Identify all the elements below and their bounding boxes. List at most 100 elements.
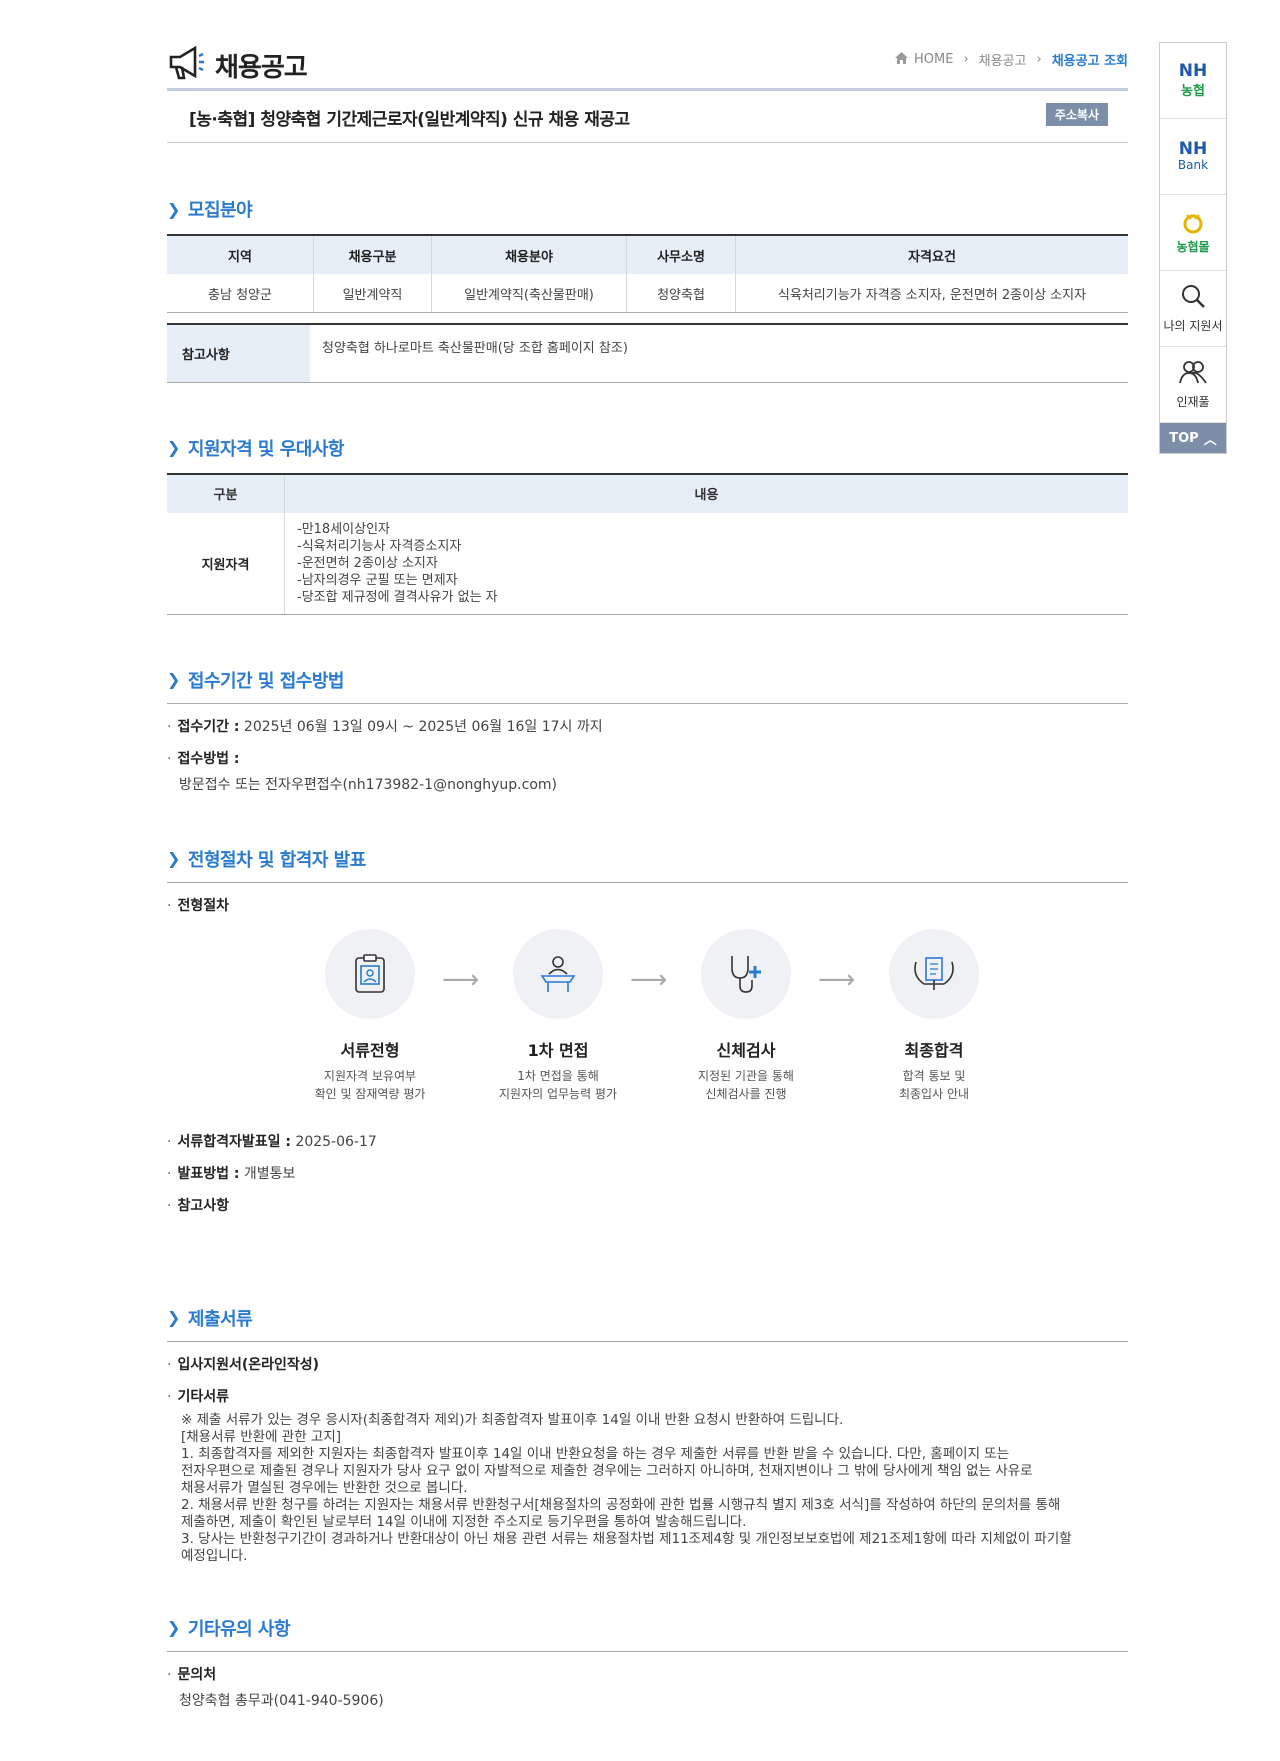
- table-cell: 청양축협: [626, 274, 736, 313]
- table-cell: 식육처리기능가 자격증 소지자, 운전면허 2종이상 소지자: [735, 274, 1128, 313]
- section-title-text: 제출서류: [187, 1308, 253, 1330]
- section-title-text: 모집분야: [187, 200, 253, 221]
- step-desc: 지원자격 보유여부 확인 및 잠재역량 평가: [314, 1068, 426, 1101]
- table-header: 채용구분: [313, 234, 432, 274]
- step-title: 1차 면접: [527, 1040, 589, 1060]
- quick-menu: NH 농협 NH Bank 농협몰 나의 지원서 인재풀 TOP ︿: [1159, 42, 1227, 454]
- docs-section: ❯ 제출서류 · 입사지원서(온라인작성) · 기타서류 ※ 제출 서류가 있는 경…: [167, 1305, 1128, 1565]
- step-desc: 지정된 기관을 통해 신체검사를 진행: [698, 1068, 794, 1101]
- nh-mall-link[interactable]: 농협몰: [1160, 195, 1226, 271]
- recruit-section: ❯ 모집분야 지역 채용구분 채용분야 사무소명 자격요건 충남 청양군 일반계…: [167, 196, 1128, 383]
- chevron-right-icon: ❯: [167, 670, 180, 689]
- section-title-text: 기타유의 사항: [187, 1618, 291, 1640]
- section-title-process: ❯ 전형절차 및 합격자 발표: [167, 846, 1128, 883]
- qual-content: -만18세이상인자 -식육처리기능사 자격증소지자 -운전면허 2종이상 소지자…: [284, 512, 1128, 615]
- qual-line: -식육처리기능사 자격증소지자: [297, 538, 462, 554]
- award-icon: [889, 928, 979, 1019]
- step-final: 최종합격 합격 통보 및 최종입사 안내: [844, 928, 1024, 1103]
- page-header: 채용공고 HOME › 채용공고 › 채용공고 조회: [167, 40, 1128, 91]
- step-title: 신체검사: [716, 1040, 776, 1060]
- post-title-row: [농·축협] 청양축협 기간제근로자(일반계약직) 신규 채용 재공고 주소복사: [167, 91, 1128, 143]
- section-title-docs: ❯ 제출서류: [167, 1305, 1128, 1342]
- stethoscope-icon: [701, 928, 791, 1019]
- copy-address-button[interactable]: 주소복사: [1045, 103, 1108, 126]
- qualification-section: ❯ 지원자격 및 우대사항 구분 내용 지원자격 -만18세이상인자 -식육처리…: [167, 435, 1128, 615]
- table-header: 내용: [284, 472, 1128, 513]
- process-section: ❯ 전형절차 및 합격자 발표 · 전형절차 서류전형 지원자격 보유여부 확인 및…: [167, 846, 1128, 1215]
- section-title-recruit: ❯ 모집분야: [167, 196, 1128, 222]
- contact-label: · 문의처: [167, 1666, 217, 1683]
- section-title-etc: ❯ 기타유의 사항: [167, 1615, 1128, 1652]
- nh-bank-link[interactable]: NH Bank: [1160, 119, 1226, 195]
- section-title-qual: ❯ 지원자격 및 우대사항: [167, 435, 1128, 461]
- period-label: 접수기간 :: [177, 718, 240, 735]
- mall-logo-icon: [1181, 211, 1205, 238]
- table-header: 구분: [167, 472, 285, 513]
- breadcrumb: HOME › 채용공고 › 채용공고 조회: [895, 50, 1128, 69]
- megaphone-icon: [167, 44, 207, 86]
- apply-method: · 접수방법 :: [167, 750, 240, 767]
- document-icon: [325, 928, 415, 1019]
- process-note: · 참고사항: [167, 1197, 229, 1214]
- method-value: 방문접수 또는 전자우편접수(nh173982-1@nonghyup.com): [179, 776, 557, 793]
- method-label: 접수방법 :: [177, 750, 240, 767]
- note-label: 참고사항: [167, 324, 310, 382]
- chevron-right-icon: ❯: [167, 1308, 180, 1327]
- chevron-right-icon: ›: [963, 52, 969, 67]
- step-title: 서류전형: [340, 1040, 400, 1060]
- apply-period: · 접수기간 : 2025년 06월 13일 09시 ~ 2025년 06월 16…: [167, 718, 603, 735]
- etc-section: ❯ 기타유의 사항 · 문의처 청양축협 총무과(041-940-5906): [167, 1615, 1128, 1710]
- nh-nonghyup-link[interactable]: NH 농협: [1160, 43, 1226, 119]
- search-icon: [1180, 283, 1206, 312]
- page-title-text: 채용공고: [215, 52, 308, 83]
- table-header-row: 지역 채용구분 채용분야 사무소명 자격요건: [167, 234, 1128, 274]
- note-text: 청양축협 하나로마트 축산물판매(당 조합 홈페이지 참조): [322, 341, 628, 356]
- apply-section: ❯ 접수기간 및 접수방법 · 접수기간 : 2025년 06월 13일 09시 …: [167, 667, 1128, 794]
- recruit-note-table: 참고사항 청양축협 하나로마트 축산물판매(당 조합 홈페이지 참조): [167, 323, 1128, 383]
- step-medical: 신체검사 지정된 기관을 통해 신체검사를 진행: [656, 928, 836, 1103]
- process-subtitle: · 전형절차: [167, 897, 229, 914]
- qual-line: -만18세이상인자: [297, 521, 390, 537]
- announce-method: · 발표방법 : 개별통보: [167, 1165, 296, 1182]
- qual-label: 지원자격: [167, 512, 285, 615]
- section-title-text: 접수기간 및 접수방법: [187, 670, 345, 692]
- docs-item: · 기타서류: [167, 1388, 229, 1405]
- scroll-top-button[interactable]: TOP ︿: [1160, 423, 1226, 453]
- step-interview: 1차 면접 1차 면접을 통해 지원자의 업무능력 평가: [468, 928, 648, 1103]
- people-icon: [1178, 359, 1208, 388]
- step-title: 최종합격: [904, 1040, 964, 1060]
- table-header: 지역: [167, 234, 314, 274]
- qual-line: -당조합 제규정에 결격사유가 없는 자: [297, 589, 498, 605]
- chevron-right-icon: ❯: [167, 438, 180, 457]
- talent-pool-link[interactable]: 인재풀: [1160, 347, 1226, 423]
- qual-line: -운전면허 2종이상 소지자: [297, 555, 438, 571]
- step-desc: 합격 통보 및 최종입사 안내: [898, 1068, 970, 1101]
- chevron-right-icon: ❯: [167, 199, 180, 219]
- docs-item: · 입사지원서(온라인작성): [167, 1356, 320, 1373]
- breadcrumb-recruit[interactable]: 채용공고: [979, 50, 1027, 69]
- interview-icon: [513, 928, 603, 1019]
- table-row: 참고사항 청양축협 하나로마트 축산물판매(당 조합 홈페이지 참조): [167, 324, 1128, 382]
- breadcrumb-home[interactable]: HOME: [914, 52, 953, 67]
- table-row: 충남 청양군 일반계약직 일반계약직(축산물판매) 청양축협 식육처리기능가 자…: [167, 274, 1128, 313]
- page-title: 채용공고: [167, 44, 308, 86]
- table-header-row: 구분 내용: [167, 472, 1128, 513]
- qual-line: -남자의경우 군필 또는 면제자: [297, 572, 458, 588]
- table-cell: 충남 청양군: [167, 274, 314, 313]
- table-cell: 일반계약직: [313, 274, 432, 313]
- chevron-up-icon: ︿: [1203, 432, 1217, 448]
- chevron-right-icon: ›: [1036, 52, 1042, 67]
- my-application-link[interactable]: 나의 지원서: [1160, 271, 1226, 347]
- table-header: 사무소명: [626, 234, 736, 274]
- period-value: 2025년 06월 13일 09시 ~ 2025년 06월 16일 17시 까지: [243, 718, 603, 735]
- section-title-apply: ❯ 접수기간 및 접수방법: [167, 667, 1128, 704]
- chevron-right-icon: ❯: [167, 849, 180, 868]
- table-row: 지원자격 -만18세이상인자 -식육처리기능사 자격증소지자 -운전면허 2종이…: [167, 512, 1128, 615]
- main-content: 채용공고 HOME › 채용공고 › 채용공고 조회 [농·축협] 청양축협 기…: [167, 40, 1128, 1710]
- home-icon[interactable]: [895, 51, 908, 68]
- table-cell: 일반계약직(축산물판매): [431, 274, 627, 313]
- process-steps: 서류전형 지원자격 보유여부 확인 및 잠재역량 평가 ⟶ 1차 면접 1차 면접…: [167, 928, 1128, 1119]
- recruit-table: 지역 채용구분 채용분야 사무소명 자격요건 충남 청양군 일반계약직 일반계약…: [167, 234, 1128, 313]
- section-title-text: 지원자격 및 우대사항: [187, 438, 345, 460]
- breadcrumb-current: 채용공고 조회: [1051, 54, 1128, 69]
